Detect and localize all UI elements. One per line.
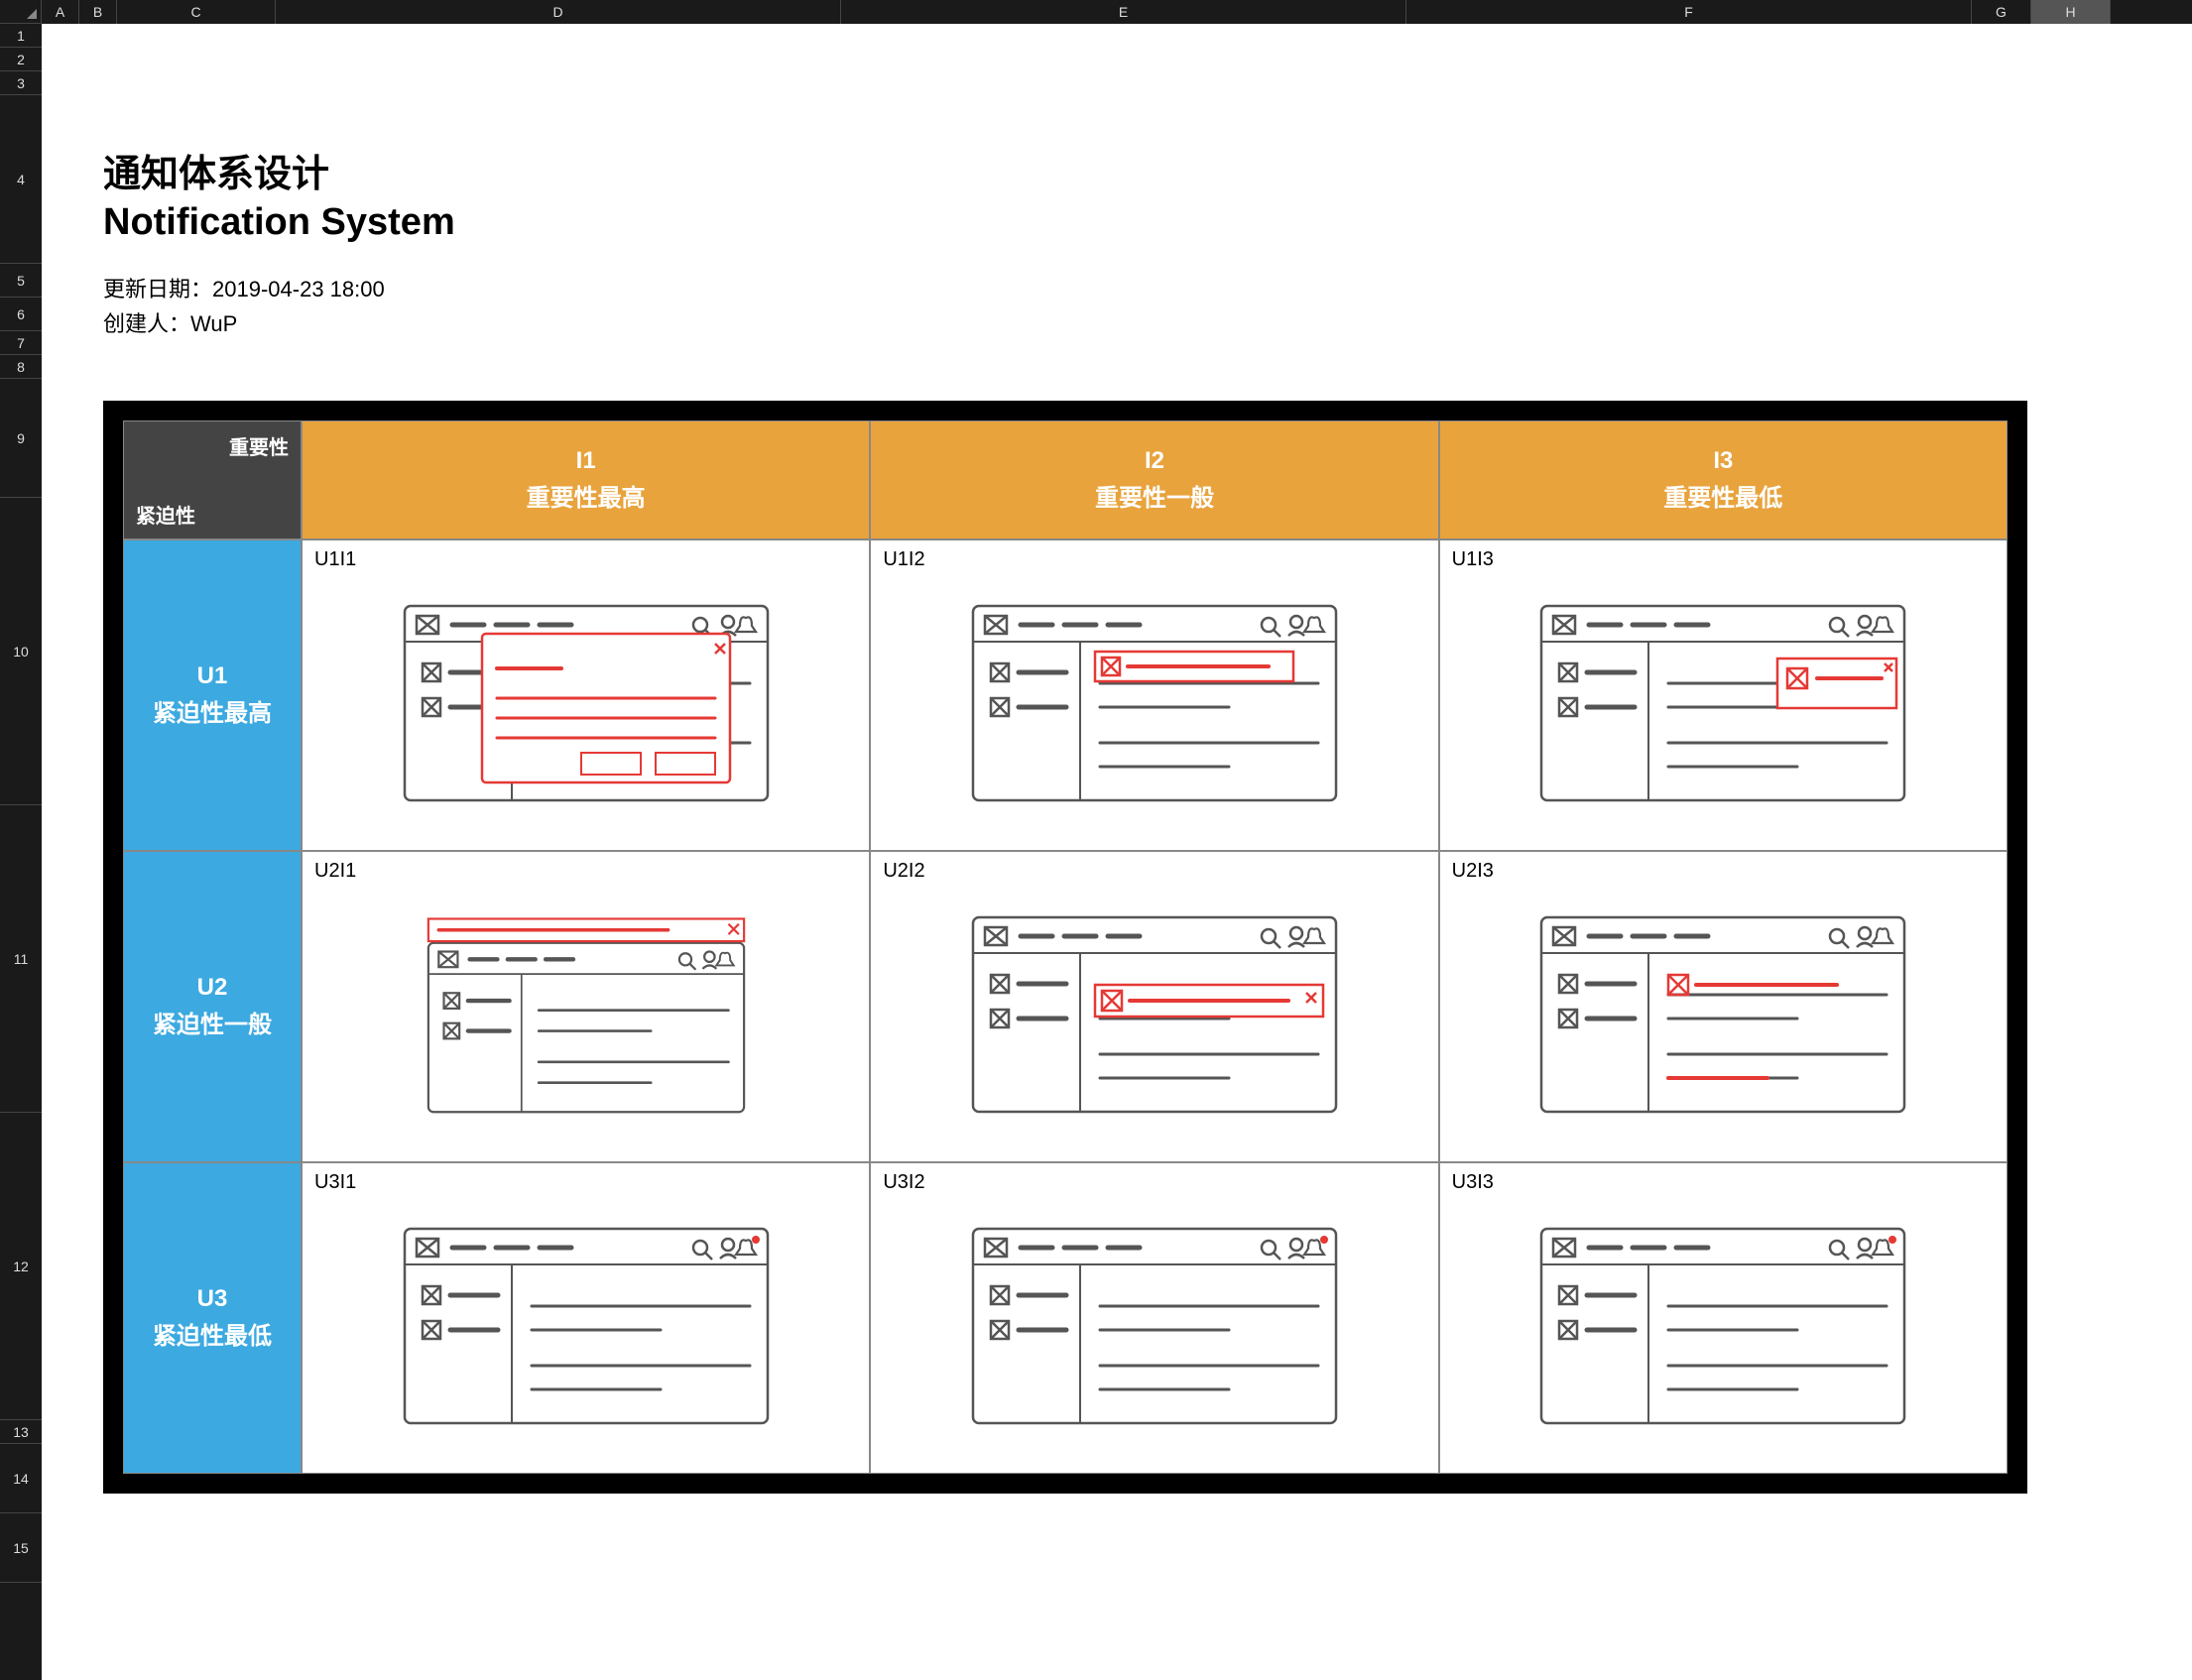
matrix-cell: U2I1	[302, 851, 870, 1162]
cell-code: U3I2	[883, 1171, 1425, 1194]
col-code: I2	[1145, 442, 1164, 480]
title-en: Notification System	[103, 201, 455, 244]
col-header: I3重要性最低	[1439, 420, 2008, 540]
column-headers: ABCDEFGH	[42, 0, 2192, 24]
column-header[interactable]: A	[42, 0, 79, 24]
matrix-cell: U2I2	[870, 851, 1438, 1162]
col-label: 重要性最低	[1663, 480, 1782, 518]
wireframe-toast	[1452, 571, 1995, 835]
wireframe-badge	[314, 1194, 857, 1458]
meta-author-label: 创建人：	[103, 311, 190, 336]
cell-code: U1I2	[883, 548, 1425, 571]
row-header[interactable]: 11	[0, 805, 42, 1113]
meta-author: WuP	[190, 311, 237, 336]
row-label: 紧迫性最低	[153, 1318, 272, 1356]
column-header[interactable]: B	[79, 0, 117, 24]
row-header: U3紧迫性最低	[123, 1162, 302, 1474]
col-label: 重要性一般	[1095, 480, 1214, 518]
column-header[interactable]: C	[117, 0, 276, 24]
cell-code: U1I1	[314, 548, 857, 571]
row-header[interactable]: 3	[0, 71, 42, 95]
axis-corner: 重要性 紧迫性	[123, 420, 302, 540]
column-header[interactable]: G	[1972, 0, 2031, 24]
matrix-cell: U3I3	[1439, 1162, 2008, 1474]
wireframe-top-bar	[314, 883, 857, 1146]
row-header[interactable]: 13	[0, 1420, 42, 1444]
matrix-cell: U1I3	[1439, 540, 2008, 851]
row-header[interactable]: 7	[0, 331, 42, 355]
column-header[interactable]: F	[1406, 0, 1972, 24]
row-header: U2紧迫性一般	[123, 851, 302, 1162]
matrix-cell: U3I1	[302, 1162, 870, 1474]
meta-date-label: 更新日期：	[103, 277, 212, 301]
row-header[interactable]: 1	[0, 24, 42, 48]
col-label: 重要性最高	[527, 480, 646, 518]
select-all-corner[interactable]	[0, 0, 42, 24]
matrix-cell: U3I2	[870, 1162, 1438, 1474]
row-header[interactable]: 2	[0, 48, 42, 71]
row-label: 紧迫性最高	[153, 695, 272, 733]
wireframe-badge	[1452, 1194, 1995, 1458]
wireframe-badge	[883, 1194, 1425, 1458]
row-header[interactable]: 12	[0, 1113, 42, 1420]
title-block: 通知体系设计 Notification System	[103, 143, 455, 244]
cell-code: U3I3	[1452, 1171, 1995, 1194]
col-code: I1	[576, 442, 596, 480]
axis-importance: 重要性	[136, 431, 289, 460]
cell-code: U1I3	[1452, 548, 1995, 571]
col-code: I3	[1713, 442, 1733, 480]
row-header[interactable]: 14	[0, 1444, 42, 1513]
matrix-grid: 重要性 紧迫性I1重要性最高I2重要性一般I3重要性最低U1紧迫性最高U1I1	[123, 420, 2008, 1474]
matrix-cell: U1I2	[870, 540, 1438, 851]
column-header[interactable]: H	[2031, 0, 2111, 24]
sheet-canvas: 通知体系设计 Notification System 更新日期：2019-04-…	[42, 24, 2192, 1680]
row-code: U1	[197, 658, 228, 695]
col-header: I2重要性一般	[870, 420, 1438, 540]
cell-code: U2I3	[1452, 860, 1995, 883]
spreadsheet: ABCDEFGH 123456789101112131415 通知体系设计 No…	[0, 0, 2192, 1680]
row-header[interactable]: 10	[0, 498, 42, 805]
row-header[interactable]: 6	[0, 298, 42, 331]
matrix-frame: 重要性 紧迫性I1重要性最高I2重要性一般I3重要性最低U1紧迫性最高U1I1	[103, 401, 2027, 1494]
cell-code: U2I2	[883, 860, 1425, 883]
column-header[interactable]: D	[276, 0, 841, 24]
title-cn: 通知体系设计	[103, 143, 455, 197]
row-code: U3	[197, 1280, 228, 1318]
row-code: U2	[197, 969, 228, 1007]
matrix-cell: U1I1	[302, 540, 870, 851]
row-header[interactable]: 8	[0, 355, 42, 379]
row-label: 紧迫性一般	[153, 1007, 272, 1044]
row-header: U1紧迫性最高	[123, 540, 302, 851]
wireframe-inline-alert	[883, 883, 1425, 1146]
axis-urgency: 紧迫性	[136, 500, 289, 529]
wireframe-modal	[314, 571, 857, 835]
col-header: I1重要性最高	[302, 420, 870, 540]
column-header[interactable]: E	[841, 0, 1406, 24]
row-header[interactable]: 15	[0, 1513, 42, 1583]
meta-date: 2019-04-23 18:00	[212, 277, 385, 301]
meta-block: 更新日期：2019-04-23 18:00 创建人：WuP	[103, 272, 385, 341]
cell-code: U2I1	[314, 860, 857, 883]
row-header[interactable]: 9	[0, 379, 42, 498]
row-header[interactable]: 4	[0, 95, 42, 264]
row-headers: 123456789101112131415	[0, 24, 42, 1680]
wireframe-inline-banner	[883, 571, 1425, 835]
row-header[interactable]: 5	[0, 264, 42, 298]
wireframe-inline-text	[1452, 883, 1995, 1146]
cell-code: U3I1	[314, 1171, 857, 1194]
matrix-cell: U2I3	[1439, 851, 2008, 1162]
